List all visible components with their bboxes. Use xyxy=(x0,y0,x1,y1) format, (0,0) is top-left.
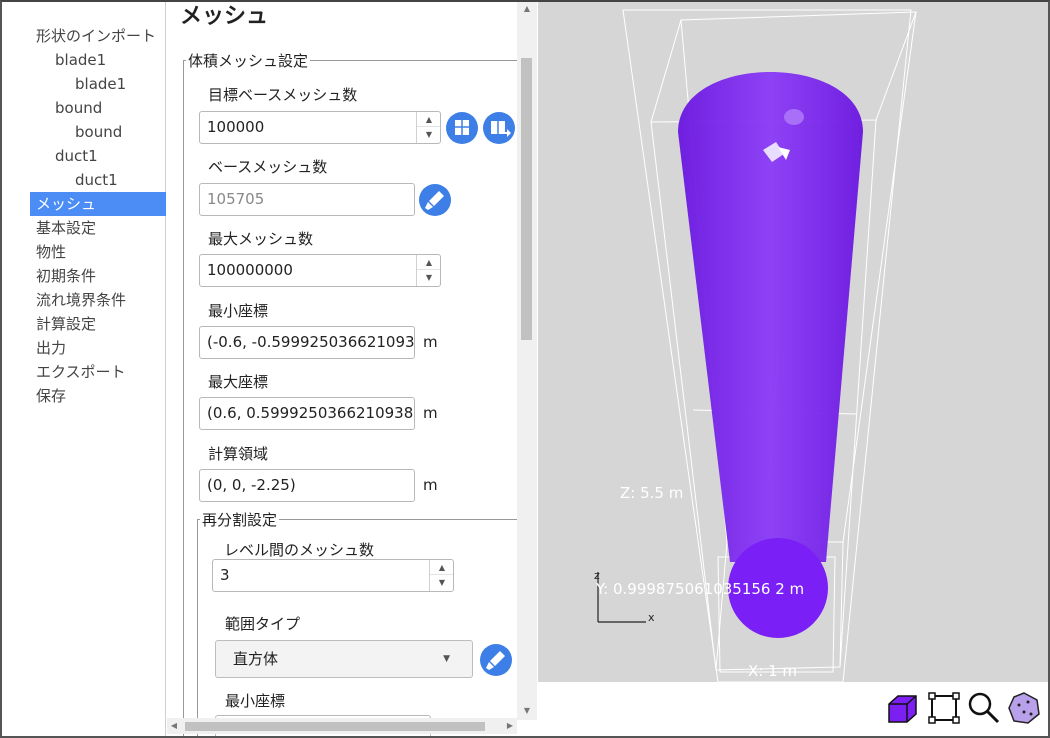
min-coord-unit: m xyxy=(423,333,438,351)
page-title: メッシュ xyxy=(180,4,269,29)
range-type-label: 範囲タイプ xyxy=(225,615,301,633)
polygon-icon[interactable] xyxy=(1006,690,1042,726)
target-base-mesh-value: 100000 xyxy=(207,118,265,136)
panel-horizontal-scrollbar[interactable]: ◀ ▶ xyxy=(167,718,517,734)
range-type-clean-button[interactable] xyxy=(480,644,512,676)
sidebar-item[interactable]: 流れ境界条件 xyxy=(36,288,126,312)
domain-input[interactable]: (0, 0, -2.25) xyxy=(199,469,415,502)
sidebar-item[interactable]: 物性 xyxy=(36,240,66,264)
sidebar-item[interactable]: bound xyxy=(75,120,122,144)
mesh-between-levels-stepper[interactable]: ▲ ▼ xyxy=(429,560,453,591)
sidebar-tree: 形状のインポート blade1 blade1 bound bound duct1 duct1… xyxy=(2,2,166,736)
stepper-up-icon[interactable]: ▲ xyxy=(430,560,453,575)
mesh-between-levels-value: 3 xyxy=(220,566,230,584)
fit-box-icon[interactable] xyxy=(926,690,962,726)
sidebar-item[interactable]: 形状のインポート xyxy=(36,24,156,48)
sidebar-item[interactable]: 初期条件 xyxy=(36,264,96,288)
domain-label: 計算領域 xyxy=(208,445,269,463)
mesh-export-button[interactable] xyxy=(483,112,515,144)
axis-z-letter: z xyxy=(594,569,600,582)
max-mesh-value: 100000000 xyxy=(207,261,293,279)
scroll-thumb[interactable] xyxy=(521,58,532,340)
max-coord-label: 最大座標 xyxy=(208,373,269,391)
domain-unit: m xyxy=(423,476,438,494)
stepper-up-icon[interactable]: ▲ xyxy=(417,112,440,127)
sidebar-item[interactable]: blade1 xyxy=(75,72,126,96)
max-coord-input[interactable]: (0.6, 0.5999250366210938, xyxy=(199,397,415,430)
max-mesh-stepper[interactable]: ▲ ▼ xyxy=(416,255,440,286)
stepper-down-icon[interactable]: ▼ xyxy=(417,127,440,142)
scroll-up-icon[interactable]: ▲ xyxy=(517,2,537,16)
max-mesh-input[interactable]: 100000000 ▲ ▼ xyxy=(199,254,441,287)
sidebar-item[interactable]: 出力 xyxy=(36,336,66,360)
mesh-split-icon xyxy=(455,120,469,135)
sidebar-item[interactable]: blade1 xyxy=(55,48,106,72)
scroll-thumb[interactable] xyxy=(185,722,485,731)
view-toolbar xyxy=(538,682,1048,736)
min-coord-input[interactable]: (-0.6, -0.5999250366210938 xyxy=(199,326,415,359)
stepper-up-icon[interactable]: ▲ xyxy=(417,255,440,270)
stepper-down-icon[interactable]: ▼ xyxy=(417,270,440,285)
zoom-icon[interactable] xyxy=(966,690,1002,726)
brush-icon xyxy=(425,191,444,210)
target-base-mesh-input[interactable]: 100000 ▲ ▼ xyxy=(199,111,441,144)
range-type-value: 直方体 xyxy=(233,650,279,668)
sidebar-item[interactable]: 基本設定 xyxy=(36,216,96,240)
mesh-export-icon xyxy=(491,121,511,137)
volume-mesh-legend: 体積メッシュ設定 xyxy=(188,52,309,70)
scroll-left-icon[interactable]: ◀ xyxy=(167,718,181,734)
min-coord-value: (-0.6, -0.5999250366210938 xyxy=(207,333,415,351)
panel-vertical-scrollbar[interactable]: ▲ ▼ xyxy=(517,2,537,720)
base-mesh-clean-button[interactable] xyxy=(419,184,451,216)
sidebar-item[interactable]: duct1 xyxy=(75,168,118,192)
mesh-split-button[interactable] xyxy=(446,112,478,144)
brush-icon xyxy=(486,651,505,670)
y-dimension-label: Y: 0.999875061035156 2 m xyxy=(596,580,805,598)
sidebar-item[interactable]: duct1 xyxy=(55,144,98,168)
base-mesh-input: 105705 xyxy=(199,183,415,216)
scroll-down-icon[interactable]: ▼ xyxy=(517,704,537,718)
refinement-legend: 再分割設定 xyxy=(202,511,278,529)
target-base-mesh-stepper[interactable]: ▲ ▼ xyxy=(416,112,440,143)
axis-x-letter: x xyxy=(648,611,655,624)
max-mesh-label: 最大メッシュ数 xyxy=(208,230,314,248)
mesh-between-levels-input[interactable]: 3 ▲ ▼ xyxy=(212,559,454,592)
chevron-down-icon: ▼ xyxy=(443,654,450,664)
target-base-mesh-label: 目標ベースメッシュ数 xyxy=(208,86,358,104)
refinement-min-coord-label: 最小座標 xyxy=(225,692,286,710)
sidebar-item[interactable]: 計算設定 xyxy=(36,312,96,336)
sidebar-item[interactable]: 保存 xyxy=(36,384,66,408)
sidebar-item[interactable]: エクスポート xyxy=(36,360,126,384)
settings-panel: メッシュ 体積メッシュ設定 目標ベースメッシュ数 100000 ▲ ▼ ベースメ… xyxy=(167,2,537,736)
x-dimension-label: X: 1 m xyxy=(748,662,798,680)
cube-view-icon[interactable] xyxy=(884,690,920,726)
base-mesh-label: ベースメッシュ数 xyxy=(208,158,328,176)
mesh-between-levels-label: レベル間のメッシュ数 xyxy=(224,541,375,559)
sidebar-item[interactable]: メッシュ xyxy=(30,192,166,216)
domain-value: (0, 0, -2.25) xyxy=(207,476,296,494)
min-coord-label: 最小座標 xyxy=(208,302,269,320)
max-coord-value: (0.6, 0.5999250366210938, xyxy=(207,404,415,422)
sidebar-item[interactable]: bound xyxy=(55,96,102,120)
scroll-right-icon[interactable]: ▶ xyxy=(503,718,517,734)
max-coord-unit: m xyxy=(423,404,438,422)
base-mesh-value: 105705 xyxy=(207,190,265,208)
z-dimension-label: Z: 5.5 m xyxy=(620,484,684,502)
stepper-down-icon[interactable]: ▼ xyxy=(430,575,453,590)
range-type-select[interactable]: 直方体 ▼ xyxy=(215,640,473,678)
3d-viewport[interactable]: Z: 5.5 m Y: 0.999875061035156 2 m X: 1 m… xyxy=(538,2,1048,682)
